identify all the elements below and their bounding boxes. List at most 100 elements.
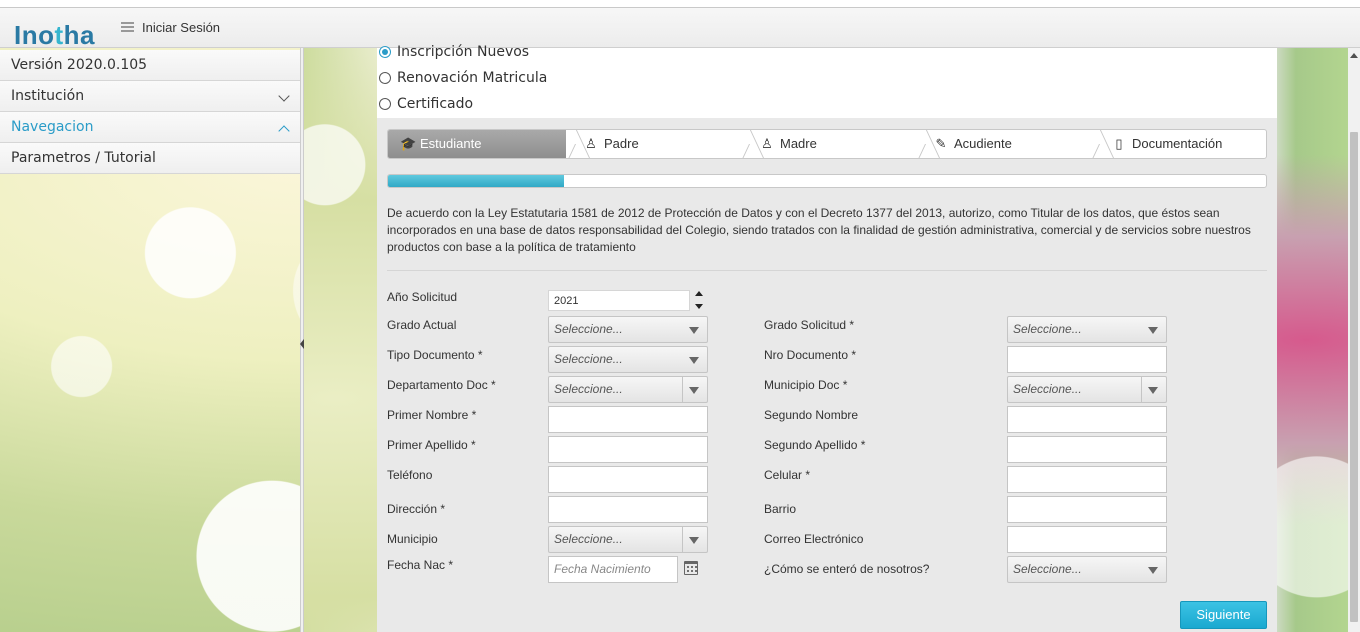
anio-solicitud-label: Año Solicitud bbox=[387, 290, 458, 304]
fecha-nacimiento-label: Fecha Nac * bbox=[387, 558, 454, 572]
municipio-doc-select[interactable]: Seleccione... bbox=[1007, 376, 1167, 403]
primer-nombre-input[interactable] bbox=[548, 406, 708, 433]
sidebar-item-navegacion[interactable]: Navegacion bbox=[0, 112, 300, 143]
nro-documento-input[interactable] bbox=[1007, 346, 1167, 373]
next-button[interactable]: Siguiente bbox=[1180, 601, 1267, 629]
registration-type-group: Inscripción Nuevos Renovación Matricula … bbox=[377, 44, 1277, 118]
wizard-step-documentacion[interactable]: ▯ Documentación bbox=[1112, 130, 1222, 158]
celular-input[interactable] bbox=[1007, 466, 1167, 493]
como-se-entero-label: ¿Cómo se enteró de nosotros? bbox=[764, 562, 930, 576]
municipio-doc-label: Municipio Doc * bbox=[764, 378, 848, 392]
pencil-icon: ✎ bbox=[935, 136, 947, 151]
wizard-step-label: Documentación bbox=[1132, 136, 1223, 151]
radio-certificado[interactable]: Certificado bbox=[379, 96, 473, 112]
primer-apellido-label: Primer Apellido * bbox=[387, 438, 476, 452]
anio-solicitud-stepper[interactable]: 2021 bbox=[548, 290, 690, 311]
como-se-entero-select[interactable]: Seleccione... bbox=[1007, 556, 1167, 583]
dropdown-caret-icon bbox=[689, 537, 699, 544]
logo-text-prefix: Ino bbox=[14, 20, 55, 50]
sidebar: Versión 2020.0.105 Institución Navegacio… bbox=[0, 50, 300, 174]
sidebar-item-label: Navegacion bbox=[11, 119, 94, 135]
correo-electronico-input[interactable] bbox=[1007, 526, 1167, 553]
segundo-nombre-input[interactable] bbox=[1007, 406, 1167, 433]
grado-solicitud-label: Grado Solicitud * bbox=[764, 318, 855, 332]
primer-apellido-input[interactable] bbox=[548, 436, 708, 463]
wizard-step-estudiante[interactable]: 🎓 Estudiante bbox=[388, 130, 566, 158]
radio-unselected-icon bbox=[379, 72, 391, 84]
sidebar-item-version: Versión 2020.0.105 bbox=[0, 50, 300, 81]
select-separator bbox=[1141, 377, 1142, 402]
dropdown-caret-icon bbox=[689, 387, 699, 394]
data-protection-consent-text: De acuerdo con la Ley Estatutaria 1581 d… bbox=[387, 206, 1251, 254]
stepper-up-icon[interactable] bbox=[695, 291, 703, 296]
select-value: Seleccione... bbox=[1013, 322, 1082, 336]
hamburger-icon[interactable] bbox=[121, 22, 134, 32]
sidebar-item-label: Versión 2020.0.105 bbox=[11, 57, 148, 73]
select-value: Seleccione... bbox=[554, 532, 623, 546]
sidebar-item-parametros[interactable]: Parametros / Tutorial bbox=[0, 143, 300, 174]
celular-label: Celular * bbox=[764, 468, 811, 482]
telefono-input[interactable] bbox=[548, 466, 708, 493]
tipo-documento-select[interactable]: Seleccione... bbox=[548, 346, 708, 373]
radio-selected-icon bbox=[379, 46, 391, 58]
wizard-step-acudiente[interactable]: ✎ Acudiente bbox=[934, 130, 1012, 158]
chevron-up-icon bbox=[278, 125, 290, 137]
wizard-step-padre[interactable]: ♙ Padre bbox=[584, 130, 639, 158]
segundo-apellido-label: Segundo Apellido * bbox=[764, 438, 866, 452]
user-icon: ♙ bbox=[585, 136, 597, 151]
graduation-cap-icon: 🎓 bbox=[400, 136, 417, 151]
radio-label: Renovación Matricula bbox=[397, 70, 548, 86]
tipo-documento-label: Tipo Documento * bbox=[387, 348, 483, 362]
barrio-label: Barrio bbox=[764, 502, 797, 516]
dropdown-caret-icon bbox=[1148, 327, 1158, 334]
fecha-nacimiento-input[interactable]: Fecha Nacimiento bbox=[548, 556, 678, 583]
select-value: Seleccione... bbox=[554, 382, 623, 396]
telefono-label: Teléfono bbox=[387, 468, 433, 482]
wizard-step-madre[interactable]: ♙ Madre bbox=[760, 130, 817, 158]
departamento-doc-label: Departamento Doc * bbox=[387, 378, 496, 392]
municipio-select[interactable]: Seleccione... bbox=[548, 526, 708, 553]
window-top-edge bbox=[0, 0, 1360, 8]
inotha-logo[interactable]: Inotha bbox=[14, 20, 95, 51]
grado-solicitud-select[interactable]: Seleccione... bbox=[1007, 316, 1167, 343]
segundo-nombre-label: Segundo Nombre bbox=[764, 408, 859, 422]
radio-renovacion-matricula[interactable]: Renovación Matricula bbox=[379, 70, 547, 86]
section-divider bbox=[387, 270, 1267, 271]
sidebar-item-institucion[interactable]: Institución bbox=[0, 81, 300, 112]
logo-text-accent: t bbox=[54, 20, 64, 50]
dropdown-caret-icon bbox=[1148, 567, 1158, 574]
barrio-input[interactable] bbox=[1007, 496, 1167, 523]
departamento-doc-select[interactable]: Seleccione... bbox=[548, 376, 708, 403]
dropdown-caret-icon bbox=[689, 357, 699, 364]
scroll-thumb[interactable] bbox=[1350, 132, 1358, 622]
wizard-step-label: Acudiente bbox=[954, 136, 1012, 151]
radio-label: Certificado bbox=[397, 96, 474, 112]
progress-fill bbox=[388, 175, 564, 187]
dropdown-caret-icon bbox=[689, 327, 699, 334]
radio-unselected-icon bbox=[379, 98, 391, 110]
scroll-up-arrow-icon[interactable] bbox=[1350, 53, 1358, 58]
stepper-down-icon[interactable] bbox=[695, 304, 703, 309]
correo-electronico-label: Correo Electrónico bbox=[764, 532, 864, 546]
segundo-apellido-input[interactable] bbox=[1007, 436, 1167, 463]
chevron-down-icon bbox=[278, 90, 290, 102]
municipio-label: Municipio bbox=[387, 532, 438, 546]
dropdown-caret-icon bbox=[1148, 387, 1158, 394]
wizard-step-label: Padre bbox=[604, 136, 639, 151]
wizard-step-label: Estudiante bbox=[420, 136, 482, 151]
select-value: Seleccione... bbox=[554, 352, 623, 366]
select-value: Seleccione... bbox=[1013, 562, 1082, 576]
vertical-scrollbar[interactable] bbox=[1348, 48, 1360, 632]
radio-inscripcion-nuevos[interactable]: Inscripción Nuevos bbox=[379, 44, 529, 60]
grado-actual-select[interactable]: Seleccione... bbox=[548, 316, 708, 343]
direccion-input[interactable] bbox=[548, 496, 708, 523]
sidebar-item-label: Parametros / Tutorial bbox=[11, 150, 156, 166]
direccion-label: Dirección * bbox=[387, 502, 446, 516]
login-link[interactable]: Iniciar Sesión bbox=[142, 20, 220, 35]
radio-label: Inscripción Nuevos bbox=[397, 44, 530, 60]
calendar-icon[interactable] bbox=[684, 561, 698, 575]
document-icon: ▯ bbox=[1115, 136, 1123, 151]
user-icon: ♙ bbox=[761, 136, 773, 151]
nro-documento-label: Nro Documento * bbox=[764, 348, 857, 362]
sidebar-item-label: Institución bbox=[11, 88, 85, 104]
